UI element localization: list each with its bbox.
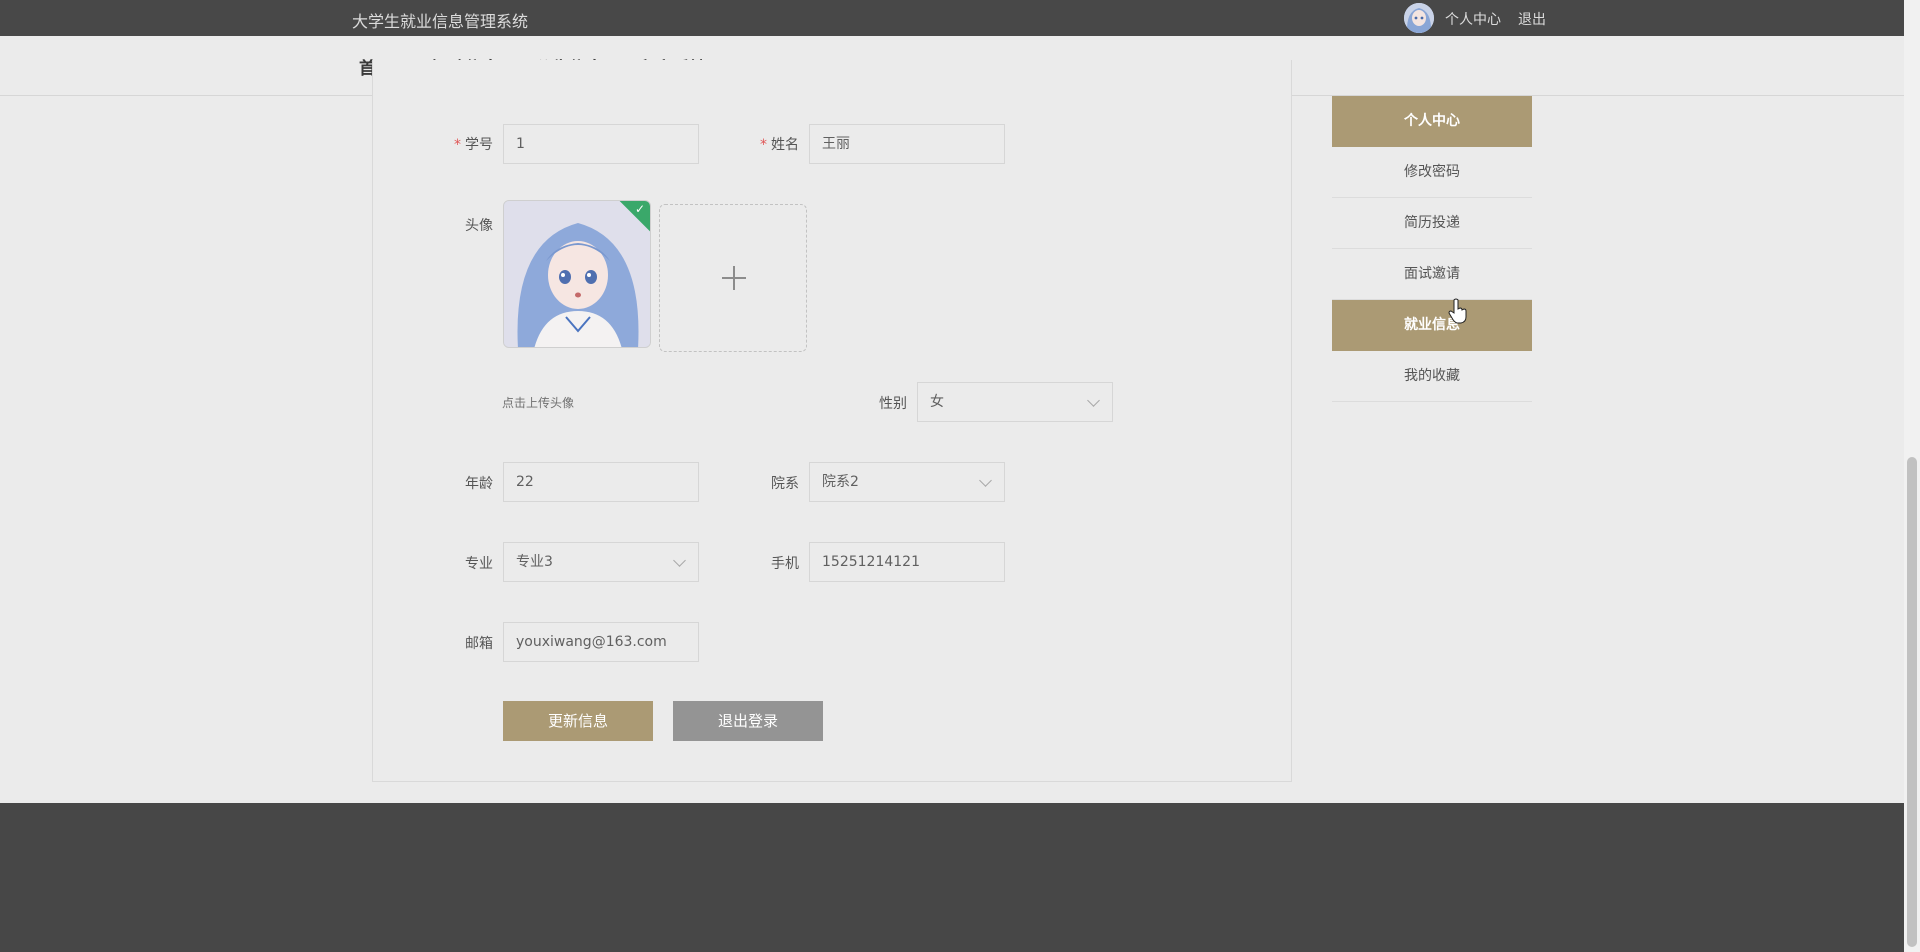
chevron-down-icon bbox=[1087, 394, 1100, 407]
department-select[interactable]: 院系2 bbox=[809, 462, 1005, 502]
name-field[interactable]: 王丽 bbox=[809, 124, 1005, 164]
hand-cursor-icon bbox=[1448, 298, 1467, 324]
phone-label: 手机 bbox=[771, 556, 799, 572]
logout-link[interactable]: 退出 bbox=[1518, 9, 1546, 29]
avatar-preview[interactable]: ✓ bbox=[503, 200, 651, 348]
department-value: 院系2 bbox=[822, 474, 859, 490]
chevron-down-icon bbox=[979, 474, 992, 487]
side-item-employment-info[interactable]: 就业信息 bbox=[1332, 300, 1532, 351]
update-info-button[interactable]: 更新信息 bbox=[503, 701, 653, 741]
side-item-interview-invites[interactable]: 面试邀请 bbox=[1332, 249, 1532, 300]
email-label: 邮箱 bbox=[465, 636, 493, 652]
name-label: * 姓名 bbox=[760, 137, 799, 153]
gender-select[interactable]: 女 bbox=[917, 382, 1113, 422]
major-label: 专业 bbox=[465, 556, 493, 572]
department-label: 院系 bbox=[771, 476, 799, 492]
vertical-scrollbar[interactable] bbox=[1904, 0, 1920, 952]
side-item-resume-submit[interactable]: 简历投递 bbox=[1332, 198, 1532, 249]
chevron-down-icon bbox=[673, 554, 686, 567]
profile-form-card bbox=[372, 60, 1292, 782]
email-field[interactable]: youxiwang@163.com bbox=[503, 622, 699, 662]
age-label: 年龄 bbox=[465, 476, 493, 492]
avatar-upload-button[interactable] bbox=[659, 204, 807, 352]
major-select[interactable]: 专业3 bbox=[503, 542, 699, 582]
check-icon: ✓ bbox=[634, 202, 645, 216]
gender-label: 性别 bbox=[879, 396, 907, 412]
major-value: 专业3 bbox=[516, 554, 553, 570]
scrollbar-thumb[interactable] bbox=[1907, 457, 1917, 947]
phone-field[interactable]: 15251214121 bbox=[809, 542, 1005, 582]
avatar-label: 头像 bbox=[465, 218, 493, 234]
page: 大学生就业信息管理系统 个人中心 退出 首页 招聘信息 公告信息 留言反馈 *学… bbox=[0, 0, 1904, 952]
site-title: 大学生就业信息管理系统 bbox=[352, 12, 529, 31]
side-menu: 个人中心 修改密码 简历投递 面试邀请 就业信息 我的收藏 bbox=[1332, 96, 1532, 402]
age-field[interactable]: 22 bbox=[503, 462, 699, 502]
top-bar: 大学生就业信息管理系统 个人中心 退出 bbox=[0, 0, 1904, 36]
avatar-image-icon bbox=[1404, 3, 1434, 33]
user-avatar[interactable] bbox=[1404, 3, 1434, 33]
footer bbox=[0, 803, 1904, 952]
upload-hint: 点击上传头像 bbox=[502, 396, 575, 410]
student-id-field[interactable]: 1 bbox=[503, 124, 699, 164]
side-item-personal-center[interactable]: 个人中心 bbox=[1332, 96, 1532, 147]
side-item-change-password[interactable]: 修改密码 bbox=[1332, 147, 1532, 198]
personal-center-link[interactable]: 个人中心 bbox=[1445, 9, 1501, 29]
logout-account-button[interactable]: 退出登录 bbox=[673, 701, 823, 741]
student-id-label: * 学号 bbox=[454, 137, 493, 153]
anime-avatar-icon bbox=[504, 201, 650, 347]
gender-value: 女 bbox=[930, 394, 944, 410]
side-item-favorites[interactable]: 我的收藏 bbox=[1332, 351, 1532, 402]
